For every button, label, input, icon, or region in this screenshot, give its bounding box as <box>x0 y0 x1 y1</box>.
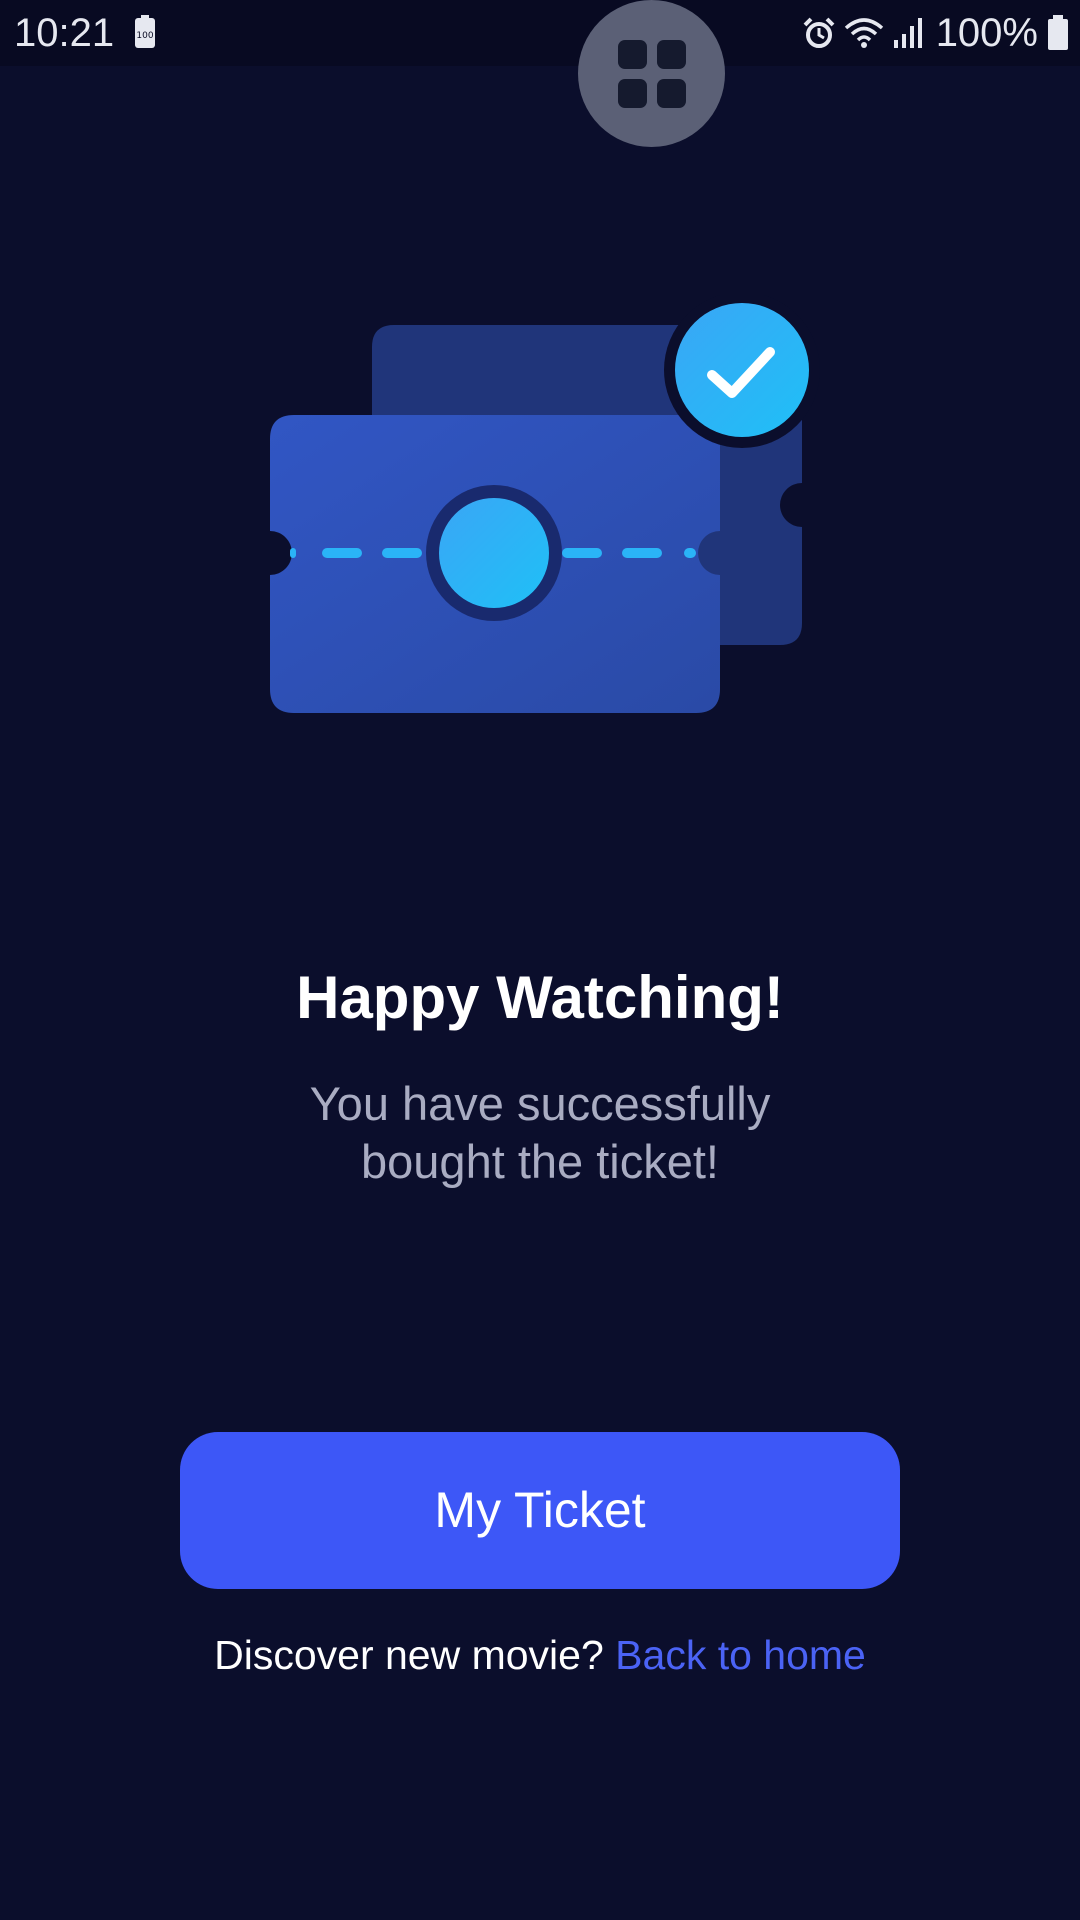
ticket-illustration <box>260 292 820 735</box>
footer: Discover new movie? Back to home <box>0 1630 1080 1680</box>
page-title: Happy Watching! <box>296 964 784 1031</box>
grid-icon <box>617 39 686 108</box>
signal-icon <box>892 16 924 50</box>
battery-saver-icon: 100 <box>133 15 157 54</box>
checkmark-badge-icon <box>675 303 809 437</box>
page-subtitle: You have successfully bought the ticket! <box>309 1077 771 1188</box>
back-to-home-link[interactable]: Back to home <box>615 1632 866 1678</box>
wifi-icon <box>844 16 884 50</box>
my-ticket-button[interactable]: My Ticket <box>180 1432 900 1589</box>
alarm-icon <box>802 16 836 50</box>
svg-text:100: 100 <box>136 31 153 41</box>
status-icons: 100% <box>802 10 1070 56</box>
ticket-icon <box>270 292 820 713</box>
battery-percent: 100% <box>935 11 1038 55</box>
grid-menu-button[interactable] <box>578 0 725 147</box>
footer-prompt: Discover new movie? <box>214 1632 604 1678</box>
status-bar: 10:21 100 100% <box>0 0 1080 66</box>
battery-icon <box>1046 15 1070 51</box>
status-time: 10:21 <box>14 11 115 55</box>
